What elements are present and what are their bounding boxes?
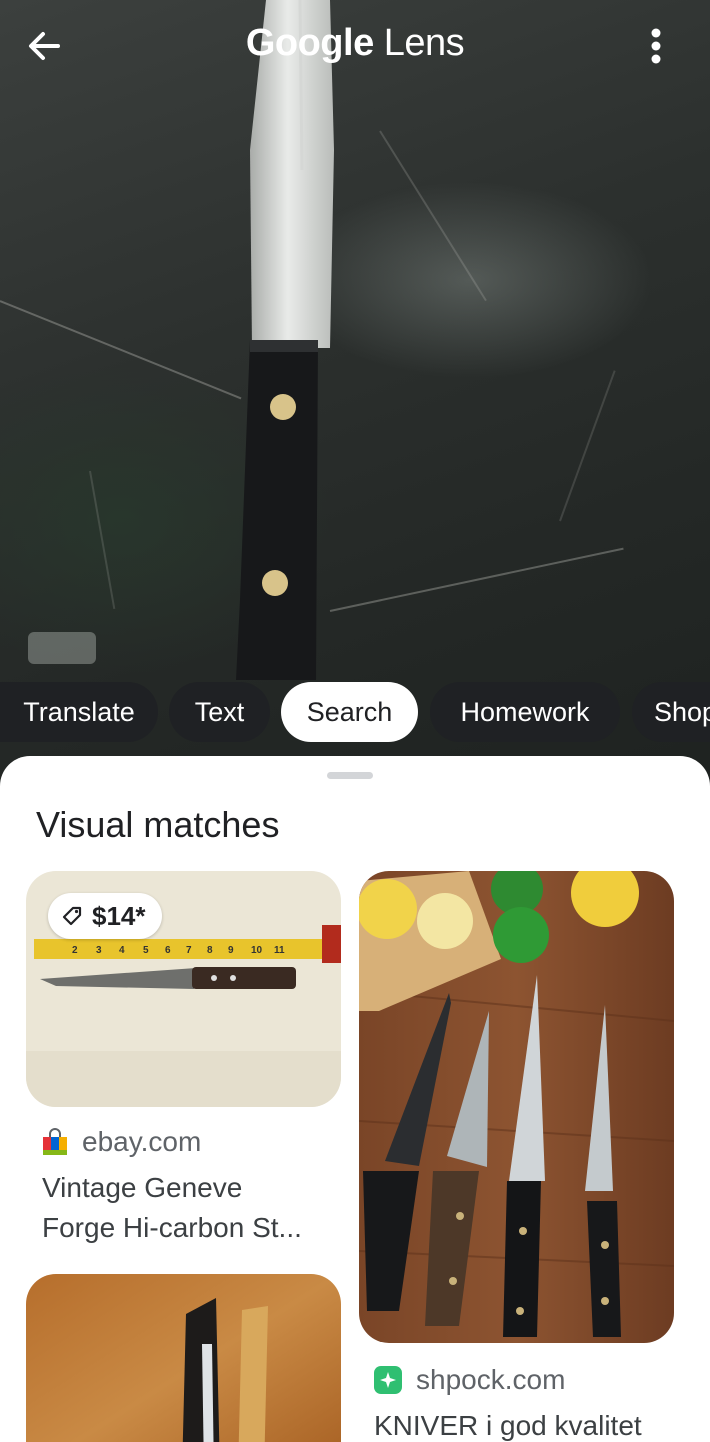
knife-wood-photo bbox=[26, 1274, 341, 1442]
page-title: Google Lens bbox=[0, 22, 710, 65]
tag-icon bbox=[62, 906, 82, 926]
price-badge: $14* bbox=[48, 893, 162, 939]
result-title-line: KNIVER i god kvalitet bbox=[374, 1410, 642, 1441]
shpock-icon bbox=[374, 1366, 402, 1394]
chip-homework[interactable]: Homework bbox=[430, 682, 620, 742]
source-domain: shpock.com bbox=[416, 1364, 566, 1395]
ruler-mark: 9 bbox=[228, 945, 234, 956]
result-image[interactable] bbox=[26, 1274, 341, 1442]
mode-chip-bar: Translate Text Search Homework Shopping bbox=[0, 682, 710, 744]
source-domain: ebay.com bbox=[82, 1126, 202, 1157]
result-title-line: Vintage Geneve bbox=[42, 1172, 243, 1203]
ruler-mark: 10 bbox=[251, 945, 263, 956]
ruler-mark: 7 bbox=[186, 945, 192, 956]
price-text: $14* bbox=[92, 900, 146, 931]
shopping-bag-icon bbox=[43, 1128, 67, 1155]
result-source[interactable]: ebay.com bbox=[42, 1126, 201, 1158]
section-title: Visual matches bbox=[36, 804, 280, 845]
product-name: Lens bbox=[383, 22, 465, 64]
results-sheet: Visual matches 2 3 4 5 6 7 8 9 10 11 $14… bbox=[0, 756, 710, 1442]
result-title[interactable]: KNIVER i god kvalitet bbox=[374, 1406, 642, 1442]
brand-name: Google bbox=[245, 22, 374, 64]
result-source[interactable]: shpock.com bbox=[374, 1364, 565, 1396]
chip-text[interactable]: Text bbox=[169, 682, 270, 742]
chip-translate[interactable]: Translate bbox=[0, 682, 158, 742]
ruler-mark: 8 bbox=[207, 945, 213, 956]
camera-photo[interactable] bbox=[0, 0, 710, 800]
ruler-mark: 4 bbox=[119, 945, 125, 956]
knife-photo bbox=[236, 0, 334, 680]
image-thumbnail bbox=[28, 632, 96, 664]
result-title[interactable]: Vintage Geneve Forge Hi-carbon St... bbox=[42, 1168, 302, 1248]
ruler-mark: 3 bbox=[96, 945, 102, 956]
ruler-mark: 11 bbox=[274, 945, 285, 956]
sheet-drag-handle[interactable] bbox=[327, 772, 373, 779]
result-image[interactable] bbox=[359, 871, 674, 1343]
result-image[interactable]: 2 3 4 5 6 7 8 9 10 11 $14* bbox=[26, 871, 341, 1107]
ruler-mark: 6 bbox=[165, 945, 171, 956]
chip-shopping[interactable]: Shopping bbox=[632, 682, 710, 742]
chip-search[interactable]: Search bbox=[281, 682, 418, 742]
ruler-mark: 5 bbox=[143, 945, 149, 956]
knives-board-photo bbox=[359, 871, 674, 1343]
result-title-line: Forge Hi-carbon St... bbox=[42, 1212, 302, 1243]
ruler-mark: 2 bbox=[72, 945, 78, 956]
more-vert-icon[interactable] bbox=[640, 26, 672, 66]
